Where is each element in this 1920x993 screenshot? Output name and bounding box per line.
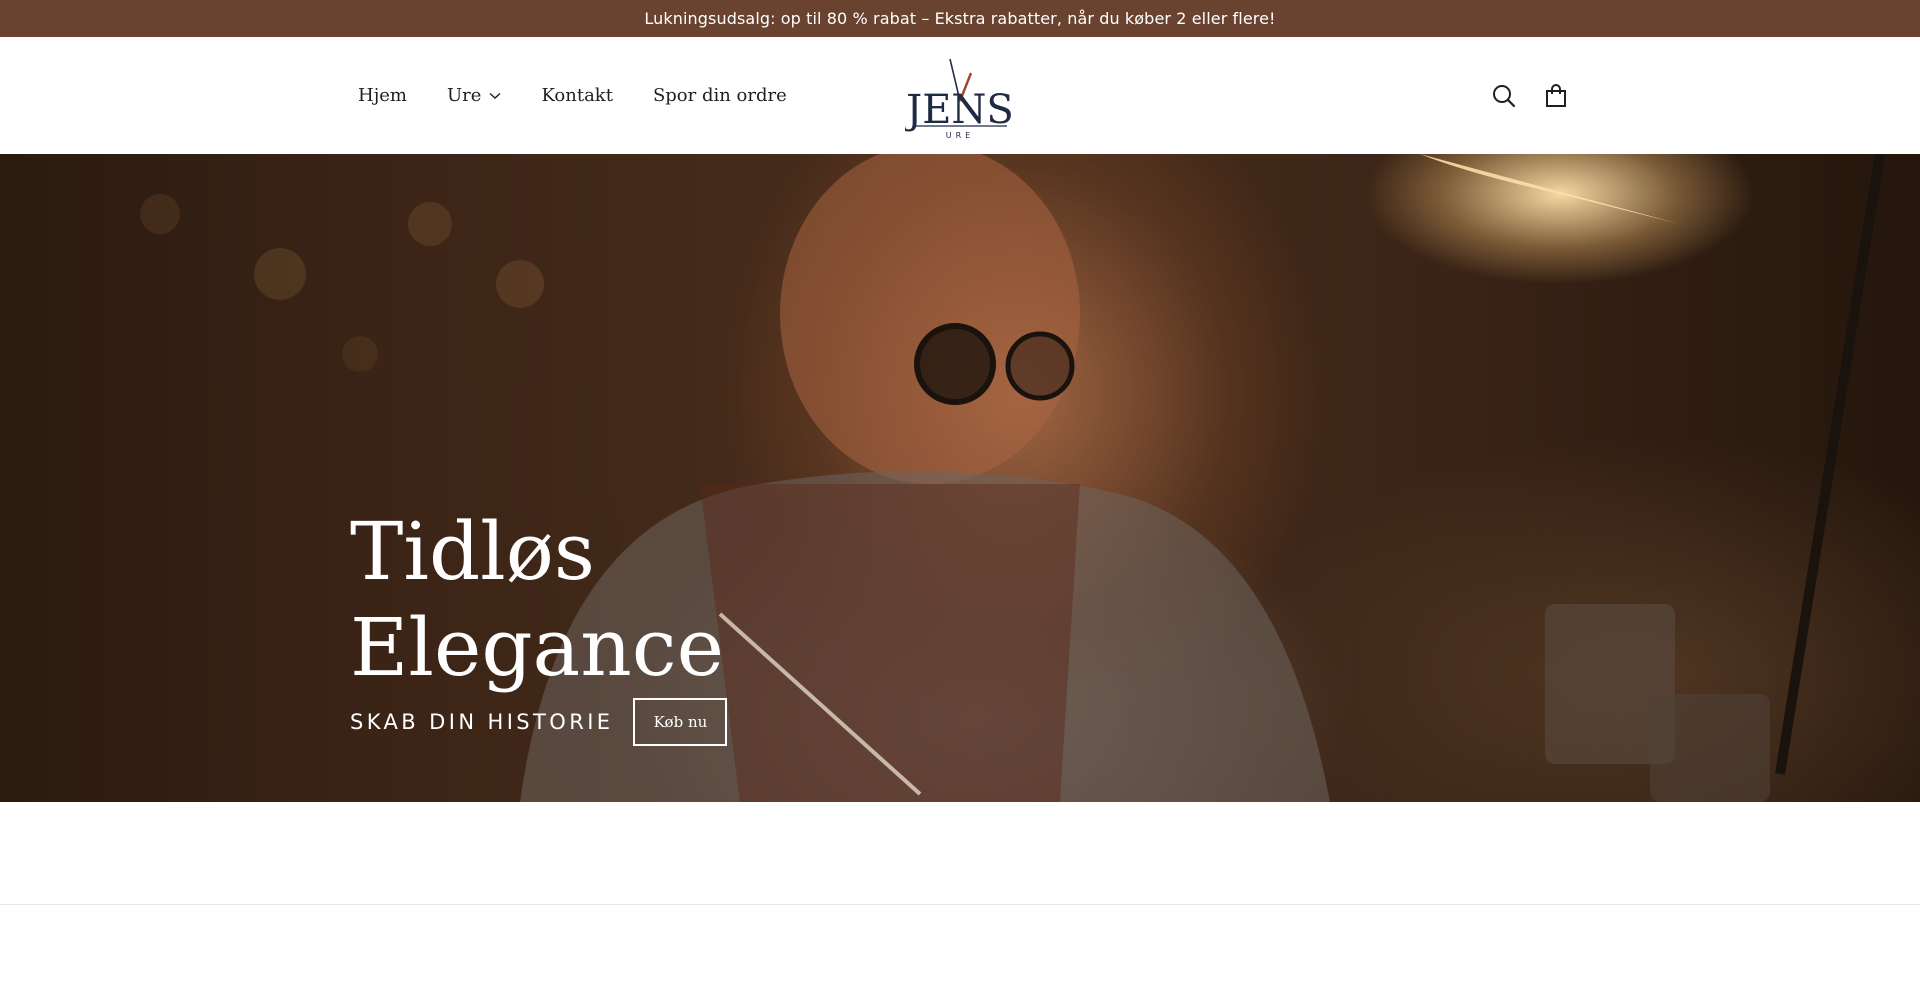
nav-item-label: Kontakt: [541, 85, 613, 106]
shop-now-button[interactable]: Køb nu: [633, 698, 728, 746]
section-divider: [0, 904, 1920, 905]
cart-icon[interactable]: [1540, 80, 1572, 112]
nav-item-ure[interactable]: Ure: [447, 85, 501, 106]
logo-subtext: URE: [946, 131, 974, 140]
nav-item-label: Ure: [447, 85, 482, 106]
nav-item-spor-din-ordre[interactable]: Spor din ordre: [653, 85, 787, 106]
hero-image: [140, 154, 1885, 802]
logo[interactable]: JENS URE: [902, 55, 1015, 141]
announcement-text: Lukningsudsalg: op til 80 % rabat – Ekst…: [644, 9, 1276, 28]
chevron-down-icon: [489, 92, 501, 100]
hero-title: Tidløs Elegance: [350, 504, 727, 696]
nav-item-label: Hjem: [358, 85, 407, 106]
site-header: Hjem Ure Kontakt Spor din ordre JENS URE: [0, 37, 1920, 154]
nav-item-hjem[interactable]: Hjem: [358, 85, 407, 106]
logo-mark: JENS URE: [902, 58, 1014, 140]
hero-banner: Tidløs Elegance SKAB DIN HISTORIE Køb nu: [0, 154, 1920, 802]
hero-subtitle: SKAB DIN HISTORIE: [350, 710, 614, 734]
hero-title-line: Elegance: [350, 601, 724, 694]
announcement-bar: Lukningsudsalg: op til 80 % rabat – Ekst…: [0, 0, 1920, 37]
nav-item-kontakt[interactable]: Kontakt: [541, 85, 613, 106]
hero-content: Tidløs Elegance SKAB DIN HISTORIE Køb nu: [350, 504, 728, 746]
nav-item-label: Spor din ordre: [652, 85, 787, 106]
header-icons: [1488, 37, 1572, 154]
hero-cta-row: SKAB DIN HISTORIE Køb nu: [350, 698, 728, 746]
hero-title-line: Tidløs: [350, 505, 595, 598]
search-icon[interactable]: [1488, 80, 1520, 112]
main-nav: Hjem Ure Kontakt Spor din ordre: [358, 37, 827, 154]
